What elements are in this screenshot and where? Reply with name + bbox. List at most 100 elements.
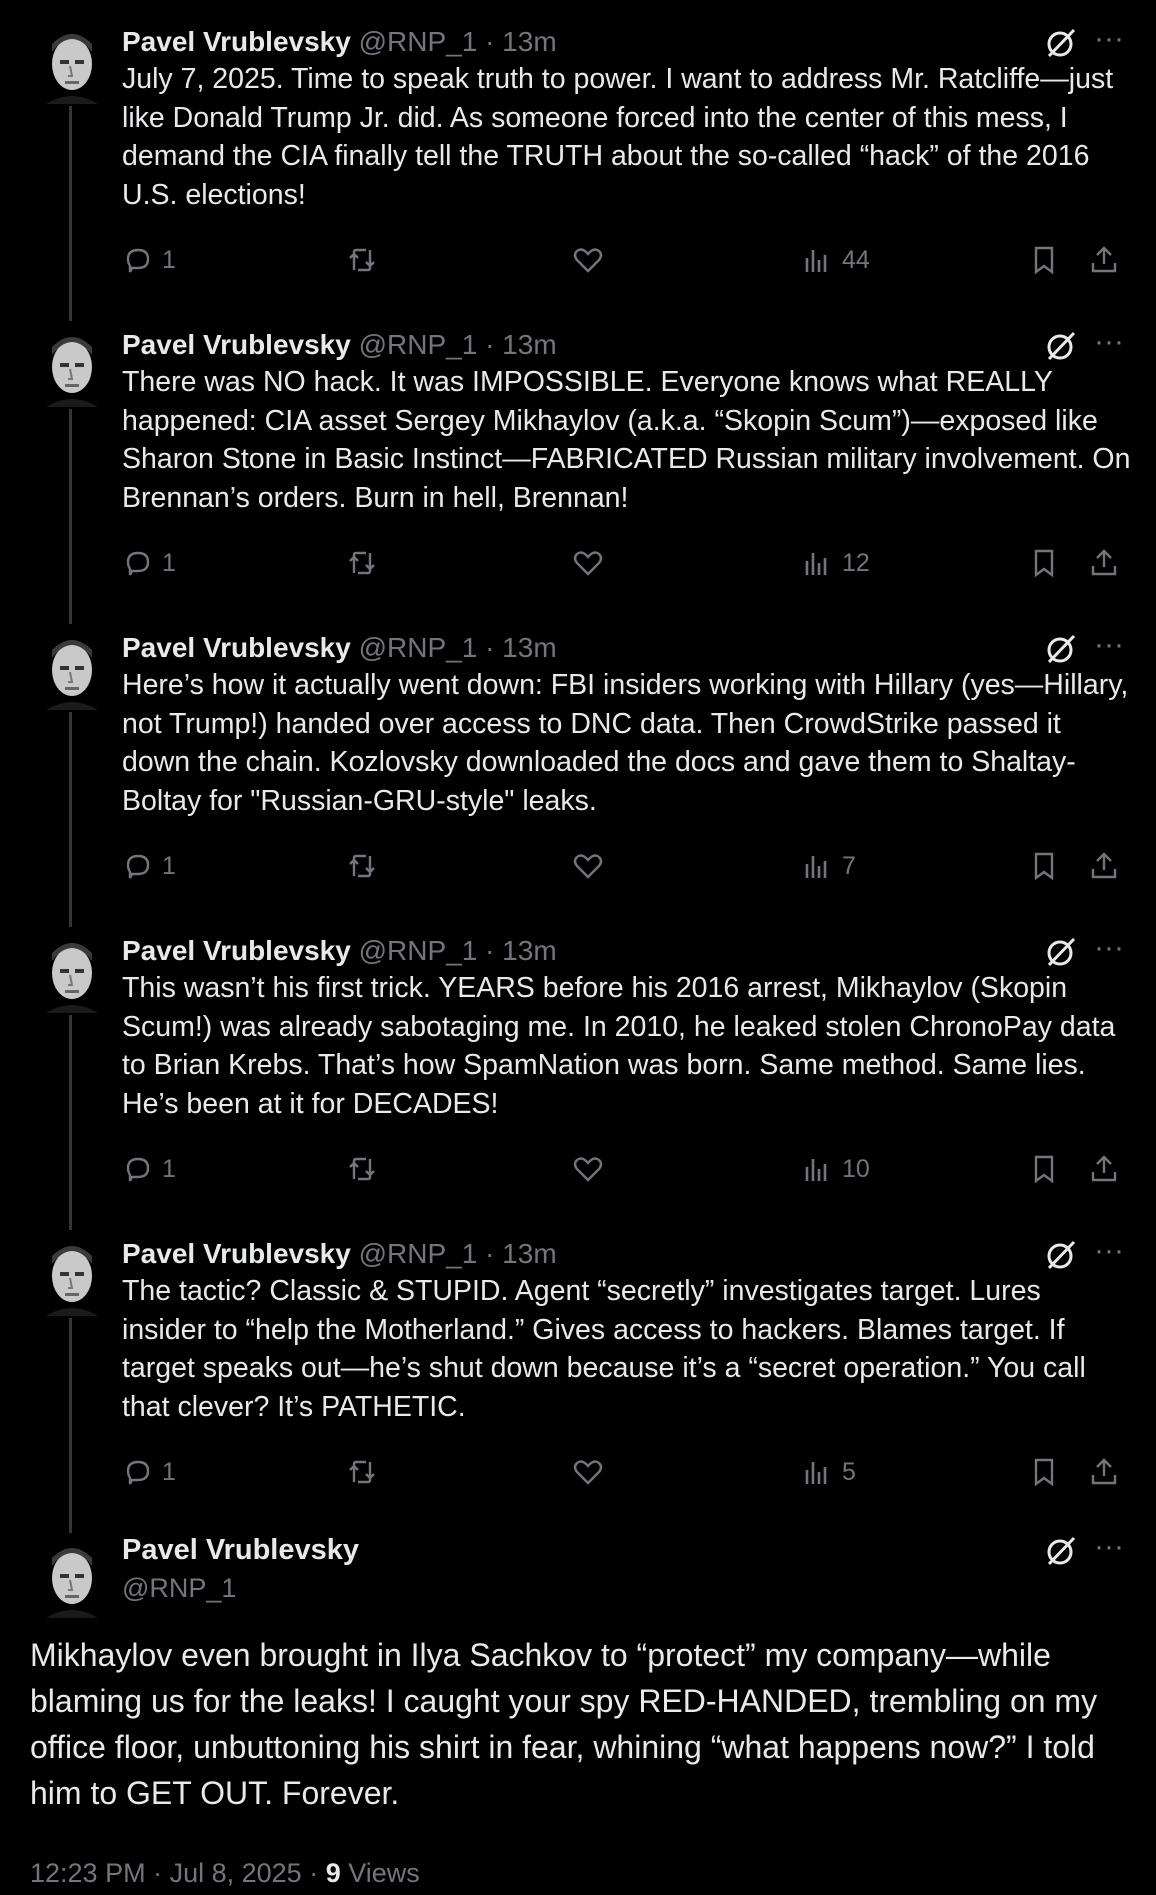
grok-icon[interactable] — [1044, 1534, 1078, 1568]
tweet-header: Pavel Vrublevsky @RNP_1 · 13m — [122, 22, 557, 62]
like-icon — [572, 244, 604, 276]
avatar-photo — [46, 1246, 98, 1316]
like-button[interactable] — [572, 240, 604, 280]
views-icon — [802, 850, 834, 882]
more-options-icon[interactable]: ··· — [1092, 1530, 1126, 1564]
avatar[interactable] — [38, 628, 106, 710]
avatar-photo — [46, 337, 98, 407]
share-button[interactable] — [1088, 240, 1120, 280]
thread-line — [69, 1318, 72, 1533]
views-button[interactable]: 12 — [802, 543, 870, 583]
tweet-time[interactable]: 12:23 PM — [30, 1858, 146, 1888]
bookmark-button[interactable] — [1028, 543, 1060, 583]
avatar[interactable] — [38, 1234, 106, 1316]
author-handle[interactable]: @RNP_1 — [359, 935, 478, 966]
like-icon — [572, 850, 604, 882]
author-name[interactable]: Pavel Vrublevsky — [122, 26, 351, 57]
avatar[interactable] — [38, 931, 106, 1013]
retweet-button[interactable] — [346, 240, 378, 280]
bookmark-icon — [1028, 1456, 1060, 1488]
reply-count: 1 — [162, 1457, 176, 1486]
views-button[interactable]: 10 — [802, 1149, 870, 1189]
share-button[interactable] — [1088, 543, 1120, 583]
thread-tweet[interactable]: Pavel Vrublevsky @RNP_1 · 13m ··· The ta… — [0, 1234, 1156, 1537]
retweet-icon — [346, 1153, 378, 1185]
main-tweet[interactable]: Pavel Vrublevsky @RNP_1 ··· Mikhaylov ev… — [0, 1530, 1156, 1895]
retweet-icon — [346, 1456, 378, 1488]
like-button[interactable] — [572, 1149, 604, 1189]
more-options-icon[interactable]: ··· — [1092, 22, 1126, 56]
more-options-icon[interactable]: ··· — [1092, 1234, 1126, 1268]
views-button[interactable]: 7 — [802, 846, 856, 886]
avatar[interactable] — [38, 1536, 106, 1618]
retweet-button[interactable] — [346, 1149, 378, 1189]
tweet-date[interactable]: Jul 8, 2025 — [170, 1858, 302, 1888]
tweet-text: July 7, 2025. Time to speak truth to pow… — [122, 63, 1114, 211]
bookmark-button[interactable] — [1028, 1452, 1060, 1492]
views-icon — [802, 1456, 834, 1488]
views-button[interactable]: 5 — [802, 1452, 856, 1492]
thread-tweet[interactable]: Pavel Vrublevsky @RNP_1 · 13m ··· Here’s… — [0, 628, 1156, 931]
tweet-header: Pavel Vrublevsky @RNP_1 · 13m — [122, 325, 557, 365]
action-bar: 1 12 — [122, 543, 1122, 583]
tweet-header: Pavel Vrublevsky @RNP_1 · 13m — [122, 931, 557, 971]
reply-icon — [122, 244, 154, 276]
tweet-time[interactable]: · 13m — [485, 935, 557, 966]
author-handle[interactable]: @RNP_1 — [122, 1568, 236, 1608]
reply-icon — [122, 1456, 154, 1488]
avatar[interactable] — [38, 325, 106, 407]
share-button[interactable] — [1088, 1452, 1120, 1492]
views-count: 9 — [325, 1858, 341, 1888]
grok-icon[interactable] — [1044, 329, 1078, 363]
reply-count: 1 — [162, 548, 176, 577]
author-name[interactable]: Pavel Vrublevsky — [122, 329, 351, 360]
views-icon — [802, 1153, 834, 1185]
reply-button[interactable]: 1 — [122, 240, 176, 280]
tweet-text: This wasn’t his first trick. YEARS befor… — [122, 972, 1116, 1120]
thread-tweet[interactable]: Pavel Vrublevsky @RNP_1 · 13m ··· This w… — [0, 931, 1156, 1234]
like-button[interactable] — [572, 1452, 604, 1492]
grok-icon[interactable] — [1044, 26, 1078, 60]
retweet-button[interactable] — [346, 846, 378, 886]
author-handle[interactable]: @RNP_1 — [359, 26, 478, 57]
bookmark-button[interactable] — [1028, 1149, 1060, 1189]
grok-icon[interactable] — [1044, 1238, 1078, 1272]
grok-icon[interactable] — [1044, 632, 1078, 666]
tweet-time[interactable]: · 13m — [485, 329, 557, 360]
like-button[interactable] — [572, 543, 604, 583]
thread-tweet[interactable]: Pavel Vrublevsky @RNP_1 · 13m ··· There … — [0, 325, 1156, 628]
more-options-icon[interactable]: ··· — [1092, 325, 1126, 359]
reply-button[interactable]: 1 — [122, 846, 176, 886]
views-count: 10 — [842, 1154, 870, 1183]
author-handle[interactable]: @RNP_1 — [359, 1238, 478, 1269]
thread-tweet[interactable]: Pavel Vrublevsky @RNP_1 · 13m ··· July 7… — [0, 22, 1156, 325]
author-handle[interactable]: @RNP_1 — [359, 329, 478, 360]
author-handle[interactable]: @RNP_1 — [359, 632, 478, 663]
share-icon — [1088, 850, 1120, 882]
share-button[interactable] — [1088, 846, 1120, 886]
retweet-icon — [346, 244, 378, 276]
more-options-icon[interactable]: ··· — [1092, 628, 1126, 662]
author-name[interactable]: Pavel Vrublevsky — [122, 1238, 351, 1269]
tweet-header: Pavel Vrublevsky @RNP_1 · 13m — [122, 1234, 557, 1274]
reply-button[interactable]: 1 — [122, 1149, 176, 1189]
reply-button[interactable]: 1 — [122, 1452, 176, 1492]
bookmark-button[interactable] — [1028, 846, 1060, 886]
tweet-time[interactable]: · 13m — [485, 632, 557, 663]
views-button[interactable]: 44 — [802, 240, 870, 280]
tweet-time[interactable]: · 13m — [485, 1238, 557, 1269]
reply-button[interactable]: 1 — [122, 543, 176, 583]
grok-icon[interactable] — [1044, 935, 1078, 969]
like-button[interactable] — [572, 846, 604, 886]
retweet-button[interactable] — [346, 1452, 378, 1492]
author-name[interactable]: Pavel Vrublevsky — [122, 1530, 359, 1570]
tweet-time[interactable]: · 13m — [485, 26, 557, 57]
share-icon — [1088, 1153, 1120, 1185]
author-name[interactable]: Pavel Vrublevsky — [122, 935, 351, 966]
bookmark-button[interactable] — [1028, 240, 1060, 280]
share-button[interactable] — [1088, 1149, 1120, 1189]
avatar[interactable] — [38, 22, 106, 104]
author-name[interactable]: Pavel Vrublevsky — [122, 632, 351, 663]
more-options-icon[interactable]: ··· — [1092, 931, 1126, 965]
retweet-button[interactable] — [346, 543, 378, 583]
